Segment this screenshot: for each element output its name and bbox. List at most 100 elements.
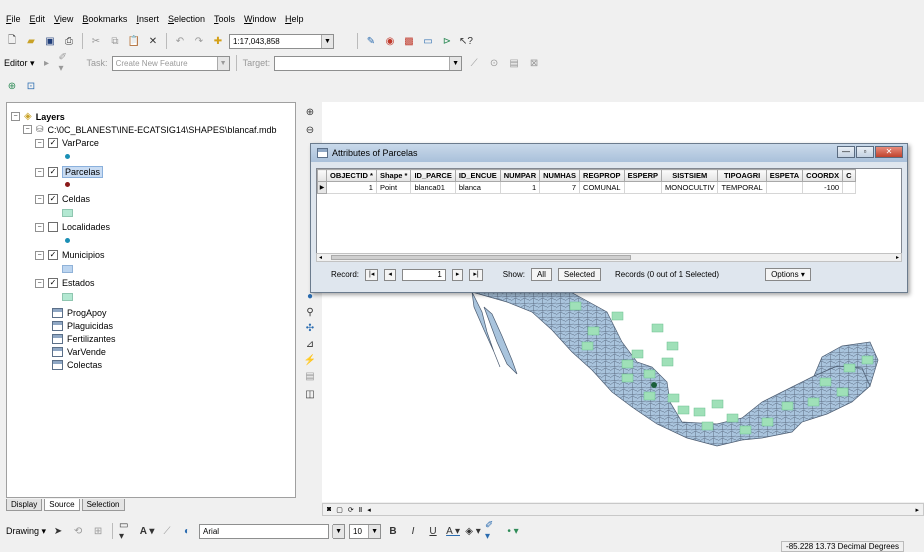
zoom-out-icon[interactable]: ⊖ xyxy=(302,122,318,138)
maximize-icon[interactable]: ▫ xyxy=(856,146,874,158)
layer-checkbox[interactable]: ✓ xyxy=(48,250,58,260)
table-item-fertilizantes[interactable]: Fertilizantes xyxy=(52,334,116,344)
text-icon[interactable]: A ▾ xyxy=(139,523,155,539)
layer-label[interactable]: Estados xyxy=(62,278,95,288)
drawing-menu[interactable]: Drawing ▾ xyxy=(6,526,46,537)
menu-tools[interactable]: Tools xyxy=(214,14,235,24)
first-record-button[interactable]: |◂ xyxy=(365,268,379,281)
italic-icon[interactable]: I xyxy=(405,523,421,539)
table-cell[interactable]: MONOCULTIV xyxy=(660,181,719,194)
last-record-button[interactable]: ▸| xyxy=(469,268,483,281)
table-cell[interactable] xyxy=(765,181,804,194)
column-header[interactable]: TIPOAGRI xyxy=(717,169,767,182)
chevron-down-icon[interactable]: ▼ xyxy=(321,34,333,48)
font-size-combo[interactable]: 10 ▼ xyxy=(349,523,382,539)
menu-bookmarks[interactable]: Bookmarks xyxy=(82,14,127,24)
table-cell[interactable]: blanca01 xyxy=(410,181,456,194)
horizontal-scrollbar[interactable]: ◂ ▸ xyxy=(316,253,902,262)
new-document-icon[interactable]: 🗋 xyxy=(4,33,20,49)
menu-edit[interactable]: Edit xyxy=(30,14,46,24)
sketch-line-icon[interactable]: ⟋ xyxy=(466,55,482,71)
column-header[interactable]: ESPETA xyxy=(765,169,804,182)
column-header[interactable]: ID_ENCUE xyxy=(454,169,501,182)
next-record-button[interactable]: ▸ xyxy=(451,268,464,281)
minimize-icon[interactable]: — xyxy=(837,146,855,158)
layer-label[interactable]: VarParce xyxy=(62,138,99,148)
row-selector[interactable]: ▶ xyxy=(317,181,327,194)
collapse-icon[interactable]: − xyxy=(35,250,44,260)
rotate-icon[interactable]: ⟲ xyxy=(70,523,86,539)
column-header[interactable]: Shape * xyxy=(375,169,412,182)
chevron-down-icon[interactable]: ▼ xyxy=(368,524,381,538)
layer-checkbox[interactable]: ✓ xyxy=(48,167,58,177)
marker-color-icon[interactable]: • ▾ xyxy=(505,523,521,539)
toolbox-icon[interactable]: ▩ xyxy=(401,33,417,49)
menu-view[interactable]: View xyxy=(54,14,73,24)
layer-parcelas[interactable]: − ✓ Parcelas xyxy=(35,166,104,178)
time-slider-icon[interactable]: ◫ xyxy=(302,386,318,402)
options-button[interactable]: Options ▾ xyxy=(765,268,811,281)
layer-estados[interactable]: − ✓ Estados xyxy=(35,278,95,288)
find-icon[interactable]: ⚲ xyxy=(302,304,318,320)
table-cell[interactable] xyxy=(842,181,856,194)
table-item-colectas[interactable]: Colectas xyxy=(52,360,102,370)
copy-icon[interactable]: ⧉ xyxy=(107,33,123,49)
collapse-icon[interactable]: − xyxy=(23,125,32,134)
column-header[interactable]: REGPROP xyxy=(579,169,625,182)
table-cell[interactable]: 7 xyxy=(539,181,581,194)
zoom-in-icon[interactable]: ⊕ xyxy=(302,104,318,120)
font-color-icon[interactable]: A ▾ xyxy=(445,523,461,539)
layer-label[interactable]: Celdas xyxy=(62,194,90,204)
hyperlink-icon[interactable]: ⚡ xyxy=(302,352,318,368)
layer-checkbox[interactable]: ✓ xyxy=(48,194,58,204)
target-combo[interactable]: ▼ xyxy=(274,55,463,71)
column-header[interactable]: ID_PARCE xyxy=(410,169,456,182)
layout-view-icon[interactable]: ▢ xyxy=(336,506,343,514)
table-cell[interactable] xyxy=(623,181,663,194)
html-popup-icon[interactable]: ▤ xyxy=(302,368,318,384)
layer-label[interactable]: Municipios xyxy=(62,250,105,260)
layer-checkbox[interactable]: ✓ xyxy=(48,278,58,288)
refresh-view-icon[interactable]: ⟳ xyxy=(348,506,354,514)
layer-checkbox[interactable] xyxy=(48,222,58,232)
data-view-icon[interactable]: ◙ xyxy=(327,506,331,513)
rotate-icon[interactable]: ⊙ xyxy=(486,55,502,71)
undo-icon[interactable]: ↶ xyxy=(172,33,188,49)
fill-color-icon[interactable]: ◈ ▾ xyxy=(465,523,481,539)
layer-varparce[interactable]: − ✓ VarParce xyxy=(35,138,99,148)
collapse-icon[interactable]: − xyxy=(35,167,44,177)
sketch-tool-icon[interactable]: ✐ ▾ xyxy=(59,52,75,74)
catalog-icon[interactable]: ◉ xyxy=(382,33,398,49)
table-cell[interactable]: 1 xyxy=(499,181,541,194)
font-combo[interactable]: Arial xyxy=(199,523,330,539)
window-icon[interactable]: ▭ xyxy=(420,33,436,49)
menu-window[interactable]: Window xyxy=(244,14,276,24)
editor-toolbar-icon[interactable]: ✎ xyxy=(363,33,379,49)
layer-localidades[interactable]: − Localidades xyxy=(35,222,110,232)
collapse-icon[interactable]: − xyxy=(35,278,44,288)
cut-icon[interactable]: ✂ xyxy=(88,33,104,49)
table-cell[interactable]: TEMPORAL xyxy=(717,181,767,194)
delete-icon[interactable]: ✕ xyxy=(145,33,161,49)
underline-icon[interactable]: U xyxy=(425,523,441,539)
task-combo[interactable]: Create New Feature ▼ xyxy=(111,55,230,71)
font-icon[interactable]: ◐ xyxy=(179,523,195,539)
scroll-left-icon[interactable]: ◂ xyxy=(319,254,322,261)
chevron-down-icon[interactable]: ▼ xyxy=(332,524,345,538)
layer-label[interactable]: Parcelas xyxy=(62,166,104,178)
font-combo-dropdown[interactable]: ▼ xyxy=(332,523,346,539)
attributes-window[interactable]: Attributes of Parcelas — ▫ ✕ OBJECTID * S… xyxy=(310,143,908,293)
refresh-icon[interactable]: ⊡ xyxy=(23,78,39,94)
save-icon[interactable]: ▣ xyxy=(42,33,58,49)
column-header[interactable]: NUMPAR xyxy=(499,169,541,182)
layer-celdas[interactable]: − ✓ Celdas xyxy=(35,194,90,204)
show-selected-button[interactable]: Selected xyxy=(557,268,601,281)
map-scale-combo[interactable]: 1:17,043,858 ▼ xyxy=(229,33,334,49)
bold-icon[interactable]: B xyxy=(385,523,401,539)
column-header[interactable]: OBJECTID * xyxy=(326,169,377,182)
select-elements-icon[interactable]: ➤ xyxy=(50,523,66,539)
layer-label[interactable]: Localidades xyxy=(62,222,110,232)
show-all-button[interactable]: All xyxy=(530,268,552,281)
line-color-icon[interactable]: ✐ ▾ xyxy=(485,520,501,542)
python-icon[interactable]: ⊳ xyxy=(439,33,455,49)
